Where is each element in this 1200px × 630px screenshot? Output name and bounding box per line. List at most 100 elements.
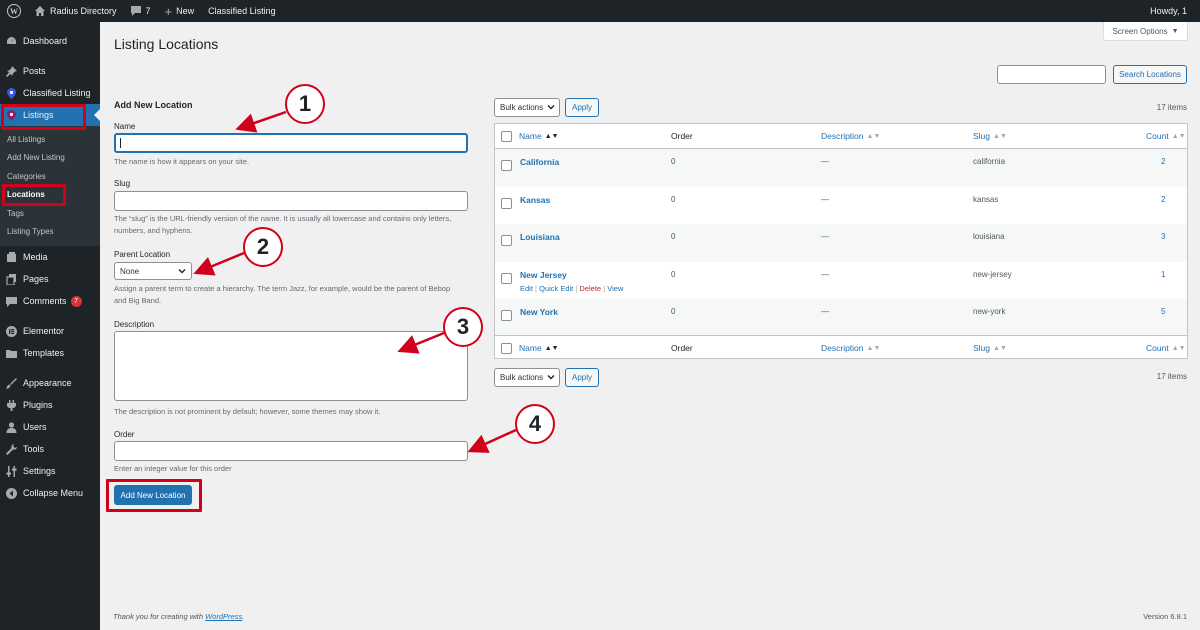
location-order: 0 bbox=[671, 194, 676, 204]
sidebar-item-dashboard[interactable]: Dashboard bbox=[0, 30, 100, 52]
comment-icon bbox=[130, 6, 141, 16]
location-count-link[interactable]: 3 bbox=[1161, 232, 1165, 241]
submenu-categories[interactable]: Categories bbox=[0, 167, 100, 186]
slug-label: Slug bbox=[114, 179, 131, 188]
select-all-checkbox[interactable] bbox=[501, 130, 512, 142]
site-name-link[interactable]: Radius Directory bbox=[28, 0, 124, 22]
submenu-tags[interactable]: Tags bbox=[0, 204, 100, 223]
delete-link[interactable]: Delete bbox=[579, 284, 601, 293]
bulk-actions-select-top[interactable]: Bulk actions bbox=[494, 98, 560, 117]
order-label: Order bbox=[114, 430, 135, 439]
column-count-header[interactable]: Count ▲▼ bbox=[1146, 131, 1186, 141]
select-all-checkbox[interactable] bbox=[501, 342, 512, 354]
location-pin-icon bbox=[6, 87, 17, 99]
account-menu[interactable]: Howdy, 1 bbox=[1143, 0, 1194, 22]
sidebar-item-label: Media bbox=[23, 252, 48, 262]
row-checkbox[interactable] bbox=[501, 272, 512, 284]
slug-field[interactable] bbox=[114, 191, 468, 211]
location-description: — bbox=[821, 232, 829, 241]
pin-icon bbox=[6, 65, 17, 77]
apply-button-top[interactable]: Apply bbox=[565, 98, 599, 117]
description-help: The description is not prominent by defa… bbox=[114, 407, 381, 416]
location-description: — bbox=[821, 157, 829, 166]
footer-thanks-text: Thank you for creating with bbox=[113, 612, 204, 621]
sort-icon: ▲▼ bbox=[993, 132, 1007, 140]
sidebar-item-posts[interactable]: Posts bbox=[0, 60, 100, 82]
submenu-all-listings[interactable]: All Listings bbox=[0, 130, 100, 149]
sidebar-item-plugins[interactable]: Plugins bbox=[0, 394, 100, 416]
column-count-header[interactable]: Count ▲▼ bbox=[1146, 343, 1186, 353]
row-checkbox[interactable] bbox=[501, 235, 512, 246]
sidebar-item-media[interactable]: Media bbox=[0, 246, 100, 268]
location-name-link[interactable]: Louisiana bbox=[520, 232, 560, 242]
screen-options-toggle[interactable]: Screen Options ▼ bbox=[1103, 22, 1188, 41]
sidebar-item-appearance[interactable]: Appearance bbox=[0, 372, 100, 394]
name-field[interactable] bbox=[114, 133, 468, 153]
apply-button-bottom[interactable]: Apply bbox=[565, 368, 599, 387]
location-count-link[interactable]: 1 bbox=[1161, 270, 1165, 279]
row-checkbox[interactable] bbox=[501, 310, 512, 321]
settings-icon bbox=[6, 465, 17, 477]
callout-3: 3 bbox=[443, 307, 483, 347]
sidebar-item-classified-listing[interactable]: Classified Listing bbox=[0, 82, 100, 104]
location-count-link[interactable]: 2 bbox=[1161, 157, 1165, 166]
sidebar-item-label: Elementor bbox=[23, 326, 65, 336]
column-label: Slug bbox=[973, 343, 991, 353]
description-textarea[interactable] bbox=[114, 331, 468, 401]
location-order: 0 bbox=[671, 232, 676, 241]
table-row: New Jersey 0 — new-jersey 1 Edit | Quick… bbox=[495, 262, 1187, 300]
sort-icon: ▲▼ bbox=[993, 344, 1007, 352]
sidebar-item-label: Dashboard bbox=[23, 36, 68, 46]
wordpress-link[interactable]: WordPress bbox=[205, 612, 242, 621]
column-name-header[interactable]: Name ▲▼ bbox=[519, 343, 559, 353]
bulk-actions-select-bottom[interactable]: Bulk actions bbox=[494, 368, 560, 387]
order-field[interactable] bbox=[114, 441, 468, 461]
column-description-header[interactable]: Description ▲▼ bbox=[821, 131, 880, 141]
search-locations-button[interactable]: Search Locations bbox=[1113, 65, 1187, 84]
screen-options-label: Screen Options bbox=[1112, 26, 1168, 36]
sidebar-item-label: Templates bbox=[23, 348, 65, 358]
parent-location-select[interactable]: None bbox=[114, 262, 192, 280]
location-count-link[interactable]: 5 bbox=[1161, 307, 1165, 316]
search-input[interactable] bbox=[997, 65, 1106, 84]
edit-link[interactable]: Edit bbox=[520, 284, 533, 293]
row-checkbox[interactable] bbox=[501, 197, 512, 209]
column-description-header[interactable]: Description ▲▼ bbox=[821, 343, 880, 353]
column-order-header: Order bbox=[671, 343, 693, 353]
footer-version: Version 6.8.1 bbox=[1143, 612, 1187, 621]
location-name-link[interactable]: New York bbox=[520, 307, 558, 317]
sidebar-item-tools[interactable]: Tools bbox=[0, 438, 100, 460]
caret-down-icon: ▼ bbox=[1171, 27, 1179, 35]
sidebar-item-comments[interactable]: Comments 7 bbox=[0, 290, 100, 312]
view-link[interactable]: View bbox=[607, 284, 623, 293]
column-name-header[interactable]: Name ▲▼ bbox=[519, 131, 559, 141]
comments-link[interactable]: 7 bbox=[124, 0, 158, 22]
name-description: The name is how it appears on your site. bbox=[114, 157, 250, 166]
table-row: Kansas 0 — kansas 2 bbox=[495, 187, 1187, 225]
locations-table: Name ▲▼ Order Description ▲▼ Slug ▲▼ Count ▲… bbox=[494, 123, 1188, 359]
location-slug: california bbox=[973, 157, 1006, 166]
sidebar-item-templates[interactable]: Templates bbox=[0, 342, 100, 364]
form-heading: Add New Location bbox=[114, 100, 193, 110]
collapse-menu-button[interactable]: Collapse Menu bbox=[0, 482, 100, 504]
sidebar-item-users[interactable]: Users bbox=[0, 416, 100, 438]
location-count-link[interactable]: 2 bbox=[1161, 195, 1165, 204]
wordpress-logo-menu[interactable]: W bbox=[0, 0, 28, 22]
new-content-menu[interactable]: + New bbox=[158, 0, 202, 22]
location-name-link[interactable]: Kansas bbox=[520, 195, 550, 205]
sidebar-item-pages[interactable]: Pages bbox=[0, 268, 100, 290]
column-slug-header[interactable]: Slug ▲▼ bbox=[973, 131, 1007, 141]
location-name-link[interactable]: New Jersey bbox=[520, 270, 567, 280]
location-description: — bbox=[821, 307, 829, 316]
sidebar-item-settings[interactable]: Settings bbox=[0, 460, 100, 482]
table-header: Name ▲▼ Order Description ▲▼ Slug ▲▼ Count ▲… bbox=[495, 124, 1187, 149]
row-checkbox[interactable] bbox=[501, 160, 512, 171]
submenu-listing-types[interactable]: Listing Types bbox=[0, 223, 100, 242]
submenu-add-new-listing[interactable]: Add New Listing bbox=[0, 149, 100, 168]
column-slug-header[interactable]: Slug ▲▼ bbox=[973, 343, 1007, 353]
location-name-link[interactable]: California bbox=[520, 157, 559, 167]
classified-listing-link[interactable]: Classified Listing bbox=[201, 0, 283, 22]
site-name: Radius Directory bbox=[50, 6, 117, 16]
quick-edit-link[interactable]: Quick Edit bbox=[539, 284, 573, 293]
sidebar-item-elementor[interactable]: Elementor bbox=[0, 320, 100, 342]
